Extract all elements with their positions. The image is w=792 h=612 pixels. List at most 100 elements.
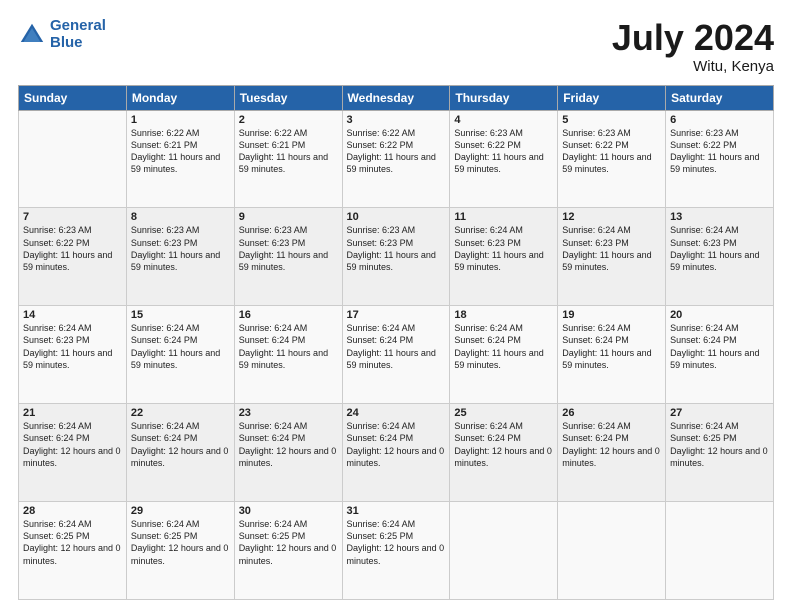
- day-number: 5: [562, 114, 661, 126]
- day-detail: Sunrise: 6:24 AMSunset: 6:23 PMDaylight:…: [562, 225, 651, 271]
- day-number: 9: [239, 211, 338, 223]
- calendar-week-row: 14 Sunrise: 6:24 AMSunset: 6:23 PMDayligh…: [19, 306, 774, 404]
- day-detail: Sunrise: 6:24 AMSunset: 6:25 PMDaylight:…: [23, 519, 121, 565]
- day-number: 11: [454, 211, 553, 223]
- calendar-cell: 20 Sunrise: 6:24 AMSunset: 6:24 PMDayligh…: [666, 306, 774, 404]
- calendar-cell: 26 Sunrise: 6:24 AMSunset: 6:24 PMDayligh…: [558, 404, 666, 502]
- day-detail: Sunrise: 6:22 AMSunset: 6:21 PMDaylight:…: [239, 128, 328, 174]
- logo: General Blue: [18, 18, 106, 51]
- calendar-table: SundayMondayTuesdayWednesdayThursdayFrid…: [18, 85, 774, 600]
- calendar-week-row: 7 Sunrise: 6:23 AMSunset: 6:22 PMDaylight…: [19, 208, 774, 306]
- weekday-header-monday: Monday: [126, 85, 234, 110]
- day-number: 16: [239, 309, 338, 321]
- day-detail: Sunrise: 6:24 AMSunset: 6:24 PMDaylight:…: [454, 421, 552, 467]
- calendar-cell: 14 Sunrise: 6:24 AMSunset: 6:23 PMDayligh…: [19, 306, 127, 404]
- day-number: 2: [239, 114, 338, 126]
- location: Witu, Kenya: [612, 58, 774, 75]
- calendar-cell: 12 Sunrise: 6:24 AMSunset: 6:23 PMDayligh…: [558, 208, 666, 306]
- title-block: July 2024 Witu, Kenya: [612, 18, 774, 75]
- month-year: July 2024: [612, 18, 774, 58]
- day-number: 8: [131, 211, 230, 223]
- logo-blue: Blue: [50, 34, 83, 51]
- day-detail: Sunrise: 6:22 AMSunset: 6:21 PMDaylight:…: [131, 128, 220, 174]
- calendar-cell: 31Sunrise: 6:24 AMSunset: 6:25 PMDayligh…: [342, 502, 450, 600]
- calendar-cell: [19, 110, 127, 208]
- day-detail: Sunrise: 6:23 AMSunset: 6:22 PMDaylight:…: [23, 225, 112, 271]
- calendar-cell: 19 Sunrise: 6:24 AMSunset: 6:24 PMDayligh…: [558, 306, 666, 404]
- logo-general: General: [50, 17, 106, 34]
- day-detail: Sunrise: 6:24 AMSunset: 6:23 PMDaylight:…: [454, 225, 543, 271]
- day-number: 18: [454, 309, 553, 321]
- calendar-cell: 28Sunrise: 6:24 AMSunset: 6:25 PMDayligh…: [19, 502, 127, 600]
- day-detail: Sunrise: 6:24 AMSunset: 6:25 PMDaylight:…: [347, 519, 445, 565]
- calendar-cell: 6 Sunrise: 6:23 AMSunset: 6:22 PMDaylight…: [666, 110, 774, 208]
- day-number: 19: [562, 309, 661, 321]
- calendar-cell: 15 Sunrise: 6:24 AMSunset: 6:24 PMDayligh…: [126, 306, 234, 404]
- day-number: 3: [347, 114, 446, 126]
- calendar-cell: 21 Sunrise: 6:24 AMSunset: 6:24 PMDayligh…: [19, 404, 127, 502]
- weekday-header-friday: Friday: [558, 85, 666, 110]
- logo-icon: [18, 21, 46, 49]
- weekday-header-row: SundayMondayTuesdayWednesdayThursdayFrid…: [19, 85, 774, 110]
- header: General Blue July 2024 Witu, Kenya: [18, 18, 774, 75]
- day-number: 24: [347, 407, 446, 419]
- calendar-cell: 24Sunrise: 6:24 AMSunset: 6:24 PMDayligh…: [342, 404, 450, 502]
- day-detail: Sunrise: 6:24 AMSunset: 6:24 PMDaylight:…: [239, 421, 337, 467]
- calendar: SundayMondayTuesdayWednesdayThursdayFrid…: [18, 85, 774, 600]
- calendar-cell: 16Sunrise: 6:24 AMSunset: 6:24 PMDayligh…: [234, 306, 342, 404]
- day-detail: Sunrise: 6:24 AMSunset: 6:24 PMDaylight:…: [562, 421, 660, 467]
- day-number: 26: [562, 407, 661, 419]
- calendar-cell: 7 Sunrise: 6:23 AMSunset: 6:22 PMDaylight…: [19, 208, 127, 306]
- day-detail: Sunrise: 6:24 AMSunset: 6:25 PMDaylight:…: [670, 421, 768, 467]
- calendar-cell: 30Sunrise: 6:24 AMSunset: 6:25 PMDayligh…: [234, 502, 342, 600]
- day-detail: Sunrise: 6:24 AMSunset: 6:24 PMDaylight:…: [347, 323, 436, 369]
- day-detail: Sunrise: 6:23 AMSunset: 6:22 PMDaylight:…: [670, 128, 759, 174]
- day-detail: Sunrise: 6:24 AMSunset: 6:23 PMDaylight:…: [23, 323, 112, 369]
- calendar-cell: 11 Sunrise: 6:24 AMSunset: 6:23 PMDayligh…: [450, 208, 558, 306]
- day-detail: Sunrise: 6:24 AMSunset: 6:24 PMDaylight:…: [131, 421, 229, 467]
- calendar-cell: 13 Sunrise: 6:24 AMSunset: 6:23 PMDayligh…: [666, 208, 774, 306]
- calendar-cell: [666, 502, 774, 600]
- day-detail: Sunrise: 6:24 AMSunset: 6:23 PMDaylight:…: [670, 225, 759, 271]
- calendar-cell: 4Sunrise: 6:23 AMSunset: 6:22 PMDaylight…: [450, 110, 558, 208]
- day-detail: Sunrise: 6:22 AMSunset: 6:22 PMDaylight:…: [347, 128, 436, 174]
- day-number: 13: [670, 211, 769, 223]
- weekday-header-tuesday: Tuesday: [234, 85, 342, 110]
- weekday-header-thursday: Thursday: [450, 85, 558, 110]
- weekday-header-sunday: Sunday: [19, 85, 127, 110]
- day-detail: Sunrise: 6:24 AMSunset: 6:24 PMDaylight:…: [23, 421, 121, 467]
- day-detail: Sunrise: 6:24 AMSunset: 6:24 PMDaylight:…: [131, 323, 220, 369]
- day-number: 15: [131, 309, 230, 321]
- weekday-header-saturday: Saturday: [666, 85, 774, 110]
- day-number: 14: [23, 309, 122, 321]
- day-number: 10: [347, 211, 446, 223]
- calendar-cell: 3 Sunrise: 6:22 AMSunset: 6:22 PMDaylight…: [342, 110, 450, 208]
- day-detail: Sunrise: 6:24 AMSunset: 6:24 PMDaylight:…: [670, 323, 759, 369]
- calendar-cell: 29Sunrise: 6:24 AMSunset: 6:25 PMDayligh…: [126, 502, 234, 600]
- day-detail: Sunrise: 6:23 AMSunset: 6:23 PMDaylight:…: [239, 225, 328, 271]
- day-number: 4: [454, 114, 553, 126]
- day-number: 25: [454, 407, 553, 419]
- calendar-week-row: 28Sunrise: 6:24 AMSunset: 6:25 PMDayligh…: [19, 502, 774, 600]
- page: General Blue July 2024 Witu, Kenya Sunda…: [0, 0, 792, 612]
- calendar-week-row: 21 Sunrise: 6:24 AMSunset: 6:24 PMDayligh…: [19, 404, 774, 502]
- day-detail: Sunrise: 6:23 AMSunset: 6:23 PMDaylight:…: [347, 225, 436, 271]
- day-number: 22: [131, 407, 230, 419]
- day-number: 7: [23, 211, 122, 223]
- day-number: 29: [131, 505, 230, 517]
- day-detail: Sunrise: 6:24 AMSunset: 6:24 PMDaylight:…: [454, 323, 543, 369]
- day-detail: Sunrise: 6:24 AMSunset: 6:24 PMDaylight:…: [562, 323, 651, 369]
- day-number: 21: [23, 407, 122, 419]
- calendar-cell: 23Sunrise: 6:24 AMSunset: 6:24 PMDayligh…: [234, 404, 342, 502]
- day-number: 20: [670, 309, 769, 321]
- calendar-cell: 5Sunrise: 6:23 AMSunset: 6:22 PMDaylight…: [558, 110, 666, 208]
- day-number: 6: [670, 114, 769, 126]
- calendar-cell: 22 Sunrise: 6:24 AMSunset: 6:24 PMDayligh…: [126, 404, 234, 502]
- calendar-cell: 25 Sunrise: 6:24 AMSunset: 6:24 PMDayligh…: [450, 404, 558, 502]
- day-number: 27: [670, 407, 769, 419]
- calendar-cell: 17Sunrise: 6:24 AMSunset: 6:24 PMDayligh…: [342, 306, 450, 404]
- day-number: 12: [562, 211, 661, 223]
- day-number: 30: [239, 505, 338, 517]
- day-number: 1: [131, 114, 230, 126]
- logo-text: General Blue: [50, 18, 106, 51]
